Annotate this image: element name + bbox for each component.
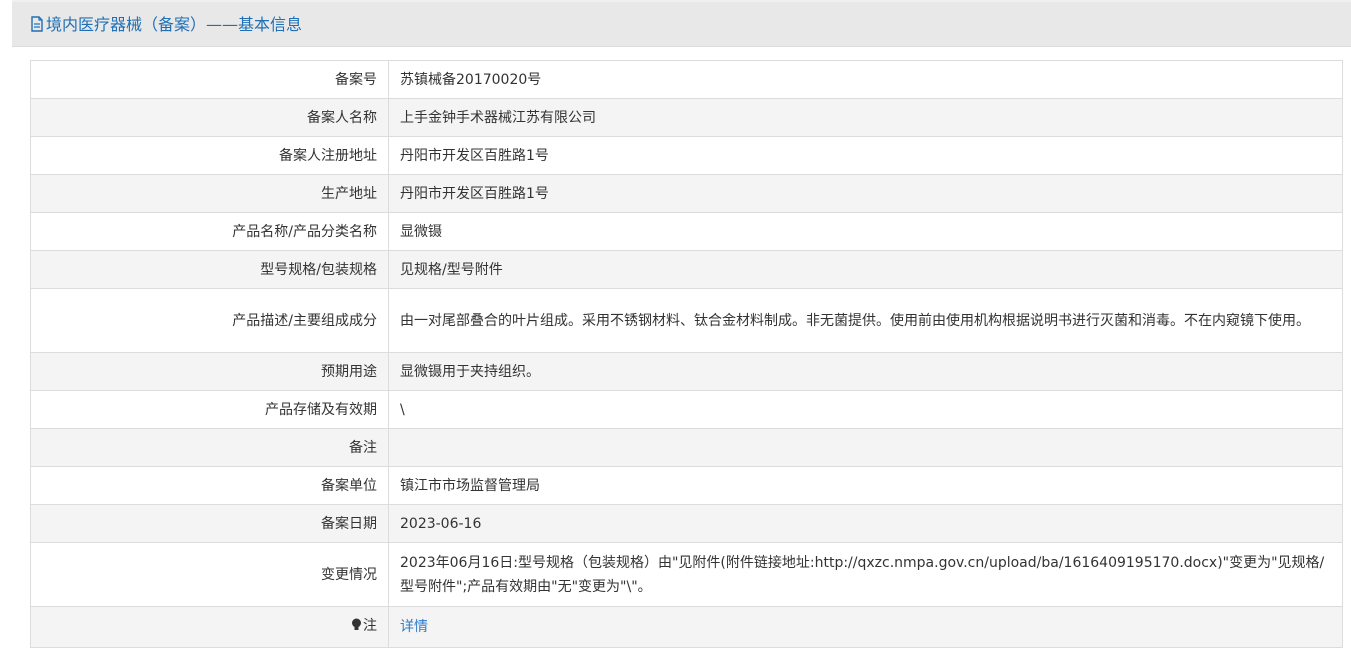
table-row: 产品描述/主要组成成分 由一对尾部叠合的叶片组成。采用不锈钢材料、钛合金材料制成… xyxy=(30,288,1343,353)
row-label: 型号规格/包装规格 xyxy=(30,250,389,289)
page-title-text: 境内医疗器械（备案）——基本信息 xyxy=(46,15,303,34)
document-icon xyxy=(30,16,44,37)
lightbulb-icon xyxy=(351,616,362,640)
table-row: 生产地址 丹阳市开发区百胜路1号 xyxy=(30,174,1343,213)
table-row: 备案单位 镇江市市场监督管理局 xyxy=(30,466,1343,505)
row-value: \ xyxy=(388,390,1343,429)
row-label: 产品存储及有效期 xyxy=(30,390,389,429)
row-label: 备案人注册地址 xyxy=(30,136,389,175)
table-row: 备案人名称 上手金钟手术器械江苏有限公司 xyxy=(30,98,1343,137)
page-title: 境内医疗器械（备案）——基本信息 xyxy=(30,15,302,37)
row-label: 生产地址 xyxy=(30,174,389,213)
table-row: 备案号 苏镇械备20170020号 xyxy=(30,60,1343,99)
info-table: 备案号 苏镇械备20170020号 备案人名称 上手金钟手术器械江苏有限公司 备… xyxy=(30,60,1343,648)
note-label: 注 xyxy=(363,618,377,634)
table-row: 产品名称/产品分类名称 显微镊 xyxy=(30,212,1343,251)
row-value: 镇江市市场监督管理局 xyxy=(388,466,1343,505)
table-row: 备注 xyxy=(30,428,1343,467)
row-value: 丹阳市开发区百胜路1号 xyxy=(388,136,1343,175)
page-container: 境内医疗器械（备案）——基本信息 备案号 苏镇械备20170020号 备案人名称… xyxy=(12,0,1351,654)
table-row: 备案日期 2023-06-16 xyxy=(30,504,1343,543)
row-label: 备案日期 xyxy=(30,504,389,543)
row-value: 显微镊用于夹持组织。 xyxy=(388,352,1343,391)
note-value-cell: 详情 xyxy=(388,606,1343,648)
row-label: 产品名称/产品分类名称 xyxy=(30,212,389,251)
row-label: 备案单位 xyxy=(30,466,389,505)
info-panel: 备案号 苏镇械备20170020号 备案人名称 上手金钟手术器械江苏有限公司 备… xyxy=(12,47,1351,654)
note-row: 注 详情 xyxy=(30,606,1343,648)
row-value: 显微镊 xyxy=(388,212,1343,251)
table-row: 型号规格/包装规格 见规格/型号附件 xyxy=(30,250,1343,289)
row-label: 变更情况 xyxy=(30,542,389,607)
row-label: 预期用途 xyxy=(30,352,389,391)
row-value xyxy=(388,428,1343,467)
note-label-cell: 注 xyxy=(30,606,389,648)
row-value: 2023-06-16 xyxy=(388,504,1343,543)
table-row: 产品存储及有效期 \ xyxy=(30,390,1343,429)
table-row: 备案人注册地址 丹阳市开发区百胜路1号 xyxy=(30,136,1343,175)
row-value: 上手金钟手术器械江苏有限公司 xyxy=(388,98,1343,137)
page-header: 境内医疗器械（备案）——基本信息 xyxy=(12,2,1351,47)
row-value: 由一对尾部叠合的叶片组成。采用不锈钢材料、钛合金材料制成。非无菌提供。使用前由使… xyxy=(388,288,1343,353)
row-label: 备案人名称 xyxy=(30,98,389,137)
row-value: 丹阳市开发区百胜路1号 xyxy=(388,174,1343,213)
row-label: 备案号 xyxy=(30,60,389,99)
details-link[interactable]: 详情 xyxy=(400,619,428,635)
row-label: 备注 xyxy=(30,428,389,467)
row-value: 苏镇械备20170020号 xyxy=(388,60,1343,99)
row-label: 产品描述/主要组成成分 xyxy=(30,288,389,353)
row-value: 见规格/型号附件 xyxy=(388,250,1343,289)
row-value: 2023年06月16日:型号规格（包装规格）由"见附件(附件链接地址:http:… xyxy=(388,542,1343,607)
table-row: 变更情况 2023年06月16日:型号规格（包装规格）由"见附件(附件链接地址:… xyxy=(30,542,1343,607)
table-row: 预期用途 显微镊用于夹持组织。 xyxy=(30,352,1343,391)
